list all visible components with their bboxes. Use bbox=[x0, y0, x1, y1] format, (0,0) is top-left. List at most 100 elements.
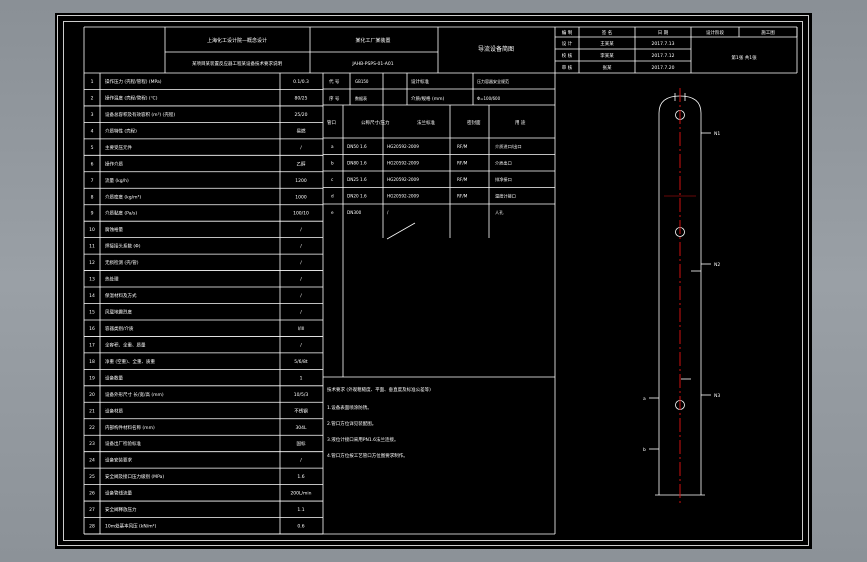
spec-row-value: 1000 bbox=[295, 194, 307, 200]
spec-row-number: 24 bbox=[89, 458, 95, 464]
spec-row-label: 腐蚀裕量 bbox=[105, 226, 123, 233]
nozzle-header: 管口 bbox=[327, 119, 336, 126]
sign-header: 签 名 bbox=[602, 29, 612, 36]
notes-title: 技术要求 (外观粗糙度、平面、垂直度及标准公差等) bbox=[327, 386, 431, 393]
spec-row-number: 14 bbox=[89, 293, 95, 299]
spec-row-value: / bbox=[300, 293, 302, 299]
spec-row-number: 13 bbox=[89, 277, 95, 283]
spec-row-number: 3 bbox=[91, 112, 94, 118]
cad-drawing: 1 操作压力 (壳程/管程) (MPa) 0.1/0.3 2 操作温度 (壳程/管程) … bbox=[57, 15, 809, 546]
spec-row-value: / bbox=[300, 145, 302, 151]
spec-row-label: 主要受压元件 bbox=[105, 144, 132, 151]
stage-value: 施工图 bbox=[761, 29, 775, 36]
spec-row-value: 80/25 bbox=[295, 95, 308, 101]
sheet-info: 第1张 共1张 bbox=[731, 54, 757, 61]
nozzle-header: 用 途 bbox=[515, 119, 526, 126]
spec-row-number: 9 bbox=[91, 211, 94, 217]
nozzle-tag: e bbox=[331, 210, 334, 215]
spec-row-label: 内部构件材料名称 (mm) bbox=[105, 424, 155, 431]
spec-row-value: 1.6 bbox=[297, 474, 304, 480]
spec-row-label: 介质黏度 (Pa/s) bbox=[105, 210, 137, 217]
nozzle-flange: HG20592-2009 bbox=[387, 161, 419, 166]
spec-row-number: 20 bbox=[89, 392, 95, 398]
spec-row-value: 不锈钢 bbox=[294, 407, 308, 414]
drawing-title: 导流设备简图 bbox=[478, 45, 514, 53]
nozzle-face: RF/M bbox=[457, 161, 468, 166]
spec-row-value: 1.1 bbox=[297, 507, 304, 513]
design-standard-value: 压力容器安全规范 bbox=[477, 78, 509, 84]
spec-row-value: 25/20 bbox=[295, 112, 308, 118]
spec-row-value: 10/5/3 bbox=[294, 392, 309, 398]
spec-row-label: 操作压力 (壳程/管程) (MPa) bbox=[105, 78, 162, 85]
spec-row-number: 28 bbox=[89, 524, 95, 530]
spec-row-label: 焊接接头系数 (Φ) bbox=[105, 243, 141, 250]
nozzle-tag: a bbox=[331, 144, 334, 149]
vessel-label-side-a: a bbox=[643, 397, 646, 402]
spec-row-label: 无损检测 (壳/管) bbox=[105, 259, 139, 266]
sign-role: 校 核 bbox=[562, 52, 573, 59]
spec-row-number: 19 bbox=[89, 375, 95, 381]
drawing-number: JAHB-PSPS-01-A01 bbox=[351, 61, 393, 67]
design-spec-value: Φ=100/600 bbox=[477, 96, 501, 101]
nozzle-size: DN25 1.6 bbox=[347, 177, 367, 182]
company-name: 上海化工设计院—概念设计 bbox=[207, 37, 267, 44]
spec-row-label: 设备材质 bbox=[105, 407, 123, 414]
spec-row-value: 200L/min bbox=[290, 491, 311, 497]
sign-name: 张某 bbox=[603, 64, 612, 71]
nozzle-use: 人孔 bbox=[495, 209, 504, 216]
note-item: 4.管口方位按工艺管口方位图要求制作。 bbox=[327, 452, 408, 459]
spec-row-label: 介质密度 (kg/m³) bbox=[105, 193, 141, 200]
design-series-label: 序 号 bbox=[329, 95, 340, 102]
spec-row-label: 容器类别/介质 bbox=[105, 325, 134, 332]
outer-frame bbox=[57, 15, 809, 546]
sign-header: 日 期 bbox=[658, 30, 669, 36]
project-name: 某项目某装置反应器工程某设备技术要求说明 bbox=[192, 60, 282, 67]
spec-row-number: 16 bbox=[89, 326, 95, 332]
spec-row-label: 净重 (空重)、全重、质重 bbox=[105, 358, 155, 365]
vessel-label-top: N1 bbox=[714, 131, 720, 137]
design-standard-label: 设计标准 bbox=[411, 78, 429, 85]
spec-row-value: 304L bbox=[295, 425, 307, 431]
spec-row-number: 2 bbox=[91, 95, 94, 101]
note-item: 2.管口方位详见装配图。 bbox=[327, 420, 376, 427]
spec-row-number: 27 bbox=[89, 507, 95, 513]
spec-row-label: 热处理 bbox=[105, 276, 119, 283]
spec-row-label: 设备外形尺寸 长/宽/高 (mm) bbox=[105, 391, 164, 398]
nozzle-slash bbox=[386, 222, 416, 240]
drawing-sheet: 1 操作压力 (壳程/管程) (MPa) 0.1/0.3 2 操作温度 (壳程/管程) … bbox=[55, 13, 812, 549]
nozzle-face: RF/M bbox=[457, 144, 468, 149]
sign-date: 2017.7.13 bbox=[652, 41, 675, 47]
vessel-label-side-b: b bbox=[643, 447, 646, 453]
spec-row-value: / bbox=[300, 227, 302, 233]
nozzle-use: 排净接口 bbox=[495, 176, 512, 183]
sign-date: 2017.7.12 bbox=[652, 53, 675, 59]
nozzle-flange: HG20592-2009 bbox=[387, 144, 419, 149]
spec-row-number: 4 bbox=[91, 128, 94, 134]
nozzle-header: 法兰标准 bbox=[417, 119, 435, 126]
spec-row-number: 5 bbox=[91, 145, 94, 151]
spec-row-number: 15 bbox=[89, 310, 95, 316]
nozzle-flange: / bbox=[387, 210, 389, 215]
spec-row-value: / bbox=[300, 244, 302, 250]
vessel-label-middle: N2 bbox=[714, 262, 720, 268]
spec-row-label: 风载地震烈度 bbox=[105, 309, 132, 316]
nozzle-face: RF/M bbox=[457, 194, 468, 199]
spec-row-number: 25 bbox=[89, 474, 95, 480]
spec-row-value: / bbox=[300, 342, 302, 348]
spec-row-value: 100/10 bbox=[293, 211, 309, 217]
spec-row-label: 安全阀及接口压力级别 (MPa) bbox=[105, 473, 164, 480]
design-code-label: 代 号 bbox=[329, 78, 340, 85]
spec-row-value: 国标 bbox=[297, 440, 306, 447]
spec-row-label: 安全阀释放压力 bbox=[105, 506, 137, 513]
spec-row-label: 设备总容积及有效容积 (m³) (壳程) bbox=[105, 111, 175, 118]
spec-row-value: 0.6 bbox=[297, 524, 304, 530]
nozzle-use: 介质出口 bbox=[495, 160, 512, 167]
nozzle-header: 密封面 bbox=[467, 119, 481, 126]
spec-row-number: 11 bbox=[89, 244, 95, 250]
spec-row-value: 5/6/8t bbox=[294, 359, 308, 365]
plant-name: 某化工厂某装置 bbox=[355, 37, 390, 44]
sign-header: 编 制 bbox=[562, 29, 573, 36]
nozzle-size: DN300 bbox=[347, 210, 362, 215]
sign-role: 设 计 bbox=[562, 40, 573, 47]
sign-name: 李某某 bbox=[600, 52, 614, 59]
